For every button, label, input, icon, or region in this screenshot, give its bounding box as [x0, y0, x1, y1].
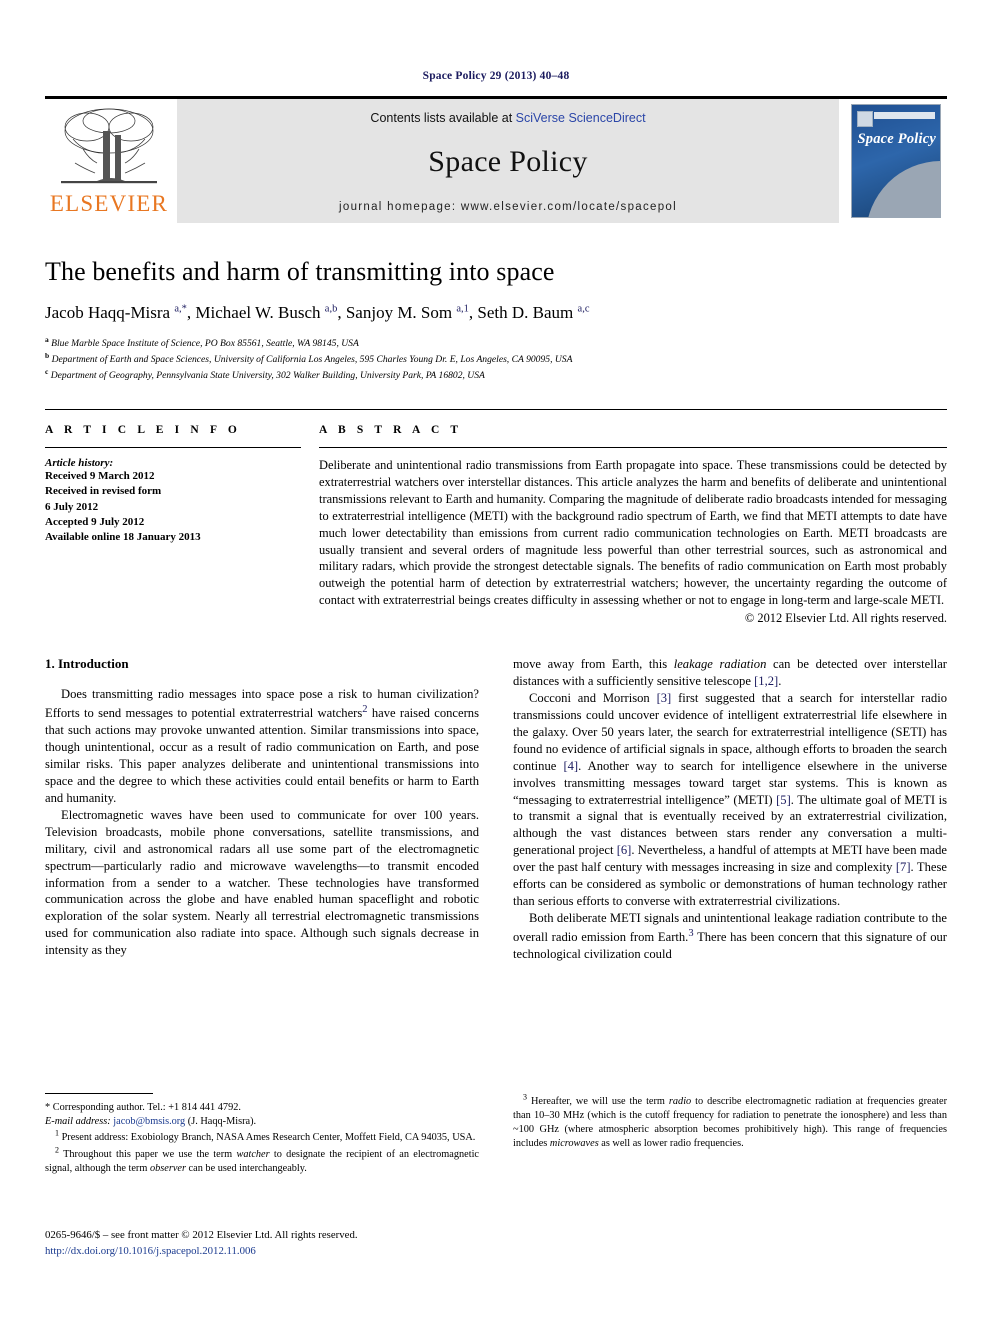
cover-badge-icon: [857, 111, 873, 127]
footnote-3: 3 Hereafter, we will use the term radio …: [513, 1093, 947, 1150]
section-heading-introduction: 1. Introduction: [45, 656, 129, 672]
cover-title-text: Space Policy: [857, 131, 936, 147]
elsevier-logo: ELSEVIER: [45, 99, 173, 223]
body-paragraph: move away from Earth, this leakage radia…: [513, 657, 947, 688]
article-title: The benefits and harm of transmitting in…: [45, 257, 555, 286]
article-info-column: A R T I C L E I N F O Article history: R…: [45, 424, 319, 626]
footnotes-left-column: * Corresponding author. Tel.: +1 814 441…: [45, 1093, 479, 1176]
cover-header-bar: [874, 112, 935, 119]
footnote-2: 2 Throughout this paper we use the term …: [45, 1145, 480, 1174]
footnote-corresponding-author: * Corresponding author. Tel.: +1 814 441…: [45, 1102, 241, 1113]
issn-copyright-line: 0265-9646/$ – see front matter © 2012 El…: [45, 1229, 358, 1241]
journal-cover-thumbnail: Space Policy: [845, 99, 947, 223]
email-suffix: (J. Haqq-Misra).: [187, 1116, 257, 1127]
body-paragraph: Does transmitting radio messages into sp…: [45, 687, 480, 805]
history-item: 6 July 2012: [45, 500, 99, 513]
elsevier-wordmark: ELSEVIER: [49, 191, 169, 216]
affiliation-a: a Blue Marble Space Institute of Science…: [45, 335, 359, 350]
footnotes-area: * Corresponding author. Tel.: +1 814 441…: [45, 1093, 947, 1176]
masthead-center-panel: Contents lists available at SciVerse Sci…: [177, 99, 839, 223]
footnote-1: 1 Present address: Exobiology Branch, NA…: [55, 1129, 476, 1144]
author-list: Jacob Haqq-Misra a,*, Michael W. Busch a…: [45, 303, 590, 322]
abstract-column: A B S T R A C T Deliberate and unintenti…: [319, 424, 947, 626]
doi-link[interactable]: http://dx.doi.org/10.1016/j.spacepol.201…: [45, 1244, 358, 1260]
title-block: The benefits and harm of transmitting in…: [45, 257, 947, 383]
abstract-copyright: © 2012 Elsevier Ltd. All rights reserved…: [744, 611, 947, 626]
email-label: E-mail address:: [45, 1116, 111, 1127]
affiliation-b: b Department of Earth and Space Sciences…: [45, 351, 573, 366]
journal-homepage-link[interactable]: journal homepage: www.elsevier.com/locat…: [339, 201, 677, 213]
footnote-email: E-mail address: jacob@bmsis.org (J. Haqq…: [45, 1115, 479, 1129]
journal-title: Space Policy: [428, 145, 588, 178]
abstract-text: Deliberate and unintentional radio trans…: [319, 458, 947, 608]
body-columns: 1. Introduction Does transmitting radio …: [45, 656, 947, 963]
history-item: Available online 18 January 2013: [45, 530, 201, 543]
affiliation-c: c Department of Geography, Pennsylvania …: [45, 367, 485, 382]
imprint-block: 0265-9646/$ – see front matter © 2012 El…: [45, 1228, 358, 1259]
history-item: Received in revised form: [45, 485, 162, 498]
abstract-heading: A B S T R A C T: [319, 424, 463, 437]
body-paragraph: Electromagnetic waves have been used to …: [45, 807, 479, 958]
article-info-heading: A R T I C L E I N F O: [45, 424, 241, 437]
footnotes-right-column: 3 Hereafter, we will use the term radio …: [513, 1093, 947, 1176]
body-right-column: move away from Earth, this leakage radia…: [513, 656, 947, 963]
journal-masthead: ELSEVIER Contents lists available at Sci…: [45, 96, 947, 223]
article-info-divider: [45, 447, 301, 449]
sciencedirect-link[interactable]: SciVerse ScienceDirect: [516, 111, 646, 125]
article-history-list: Received 9 March 2012 Received in revise…: [45, 469, 301, 545]
article-history-label: Article history:: [45, 457, 114, 470]
article-first-page: Space Policy 29 (2013) 40–48 ELSEVIER Co…: [0, 0, 992, 1323]
contents-prefix-text: Contents lists available at: [370, 111, 516, 125]
body-paragraph: Both deliberate METI signals and uninten…: [513, 911, 947, 962]
footnote-divider: [45, 1093, 153, 1094]
body-left-column: 1. Introduction Does transmitting radio …: [45, 656, 479, 963]
history-item: Received 9 March 2012: [45, 470, 155, 483]
running-head: Space Policy 29 (2013) 40–48: [422, 70, 570, 82]
email-link[interactable]: jacob@bmsis.org: [113, 1116, 185, 1127]
body-paragraph: Cocconi and Morrison [3] first suggested…: [513, 690, 948, 909]
abstract-divider: [319, 447, 947, 449]
history-item: Accepted 9 July 2012: [45, 515, 145, 528]
cover-planet-shape: [866, 161, 940, 217]
contents-available-line: Contents lists available at SciVerse Sci…: [370, 111, 645, 125]
elsevier-tree-icon: [53, 105, 165, 191]
info-abstract-section: A R T I C L E I N F O Article history: R…: [45, 409, 947, 626]
